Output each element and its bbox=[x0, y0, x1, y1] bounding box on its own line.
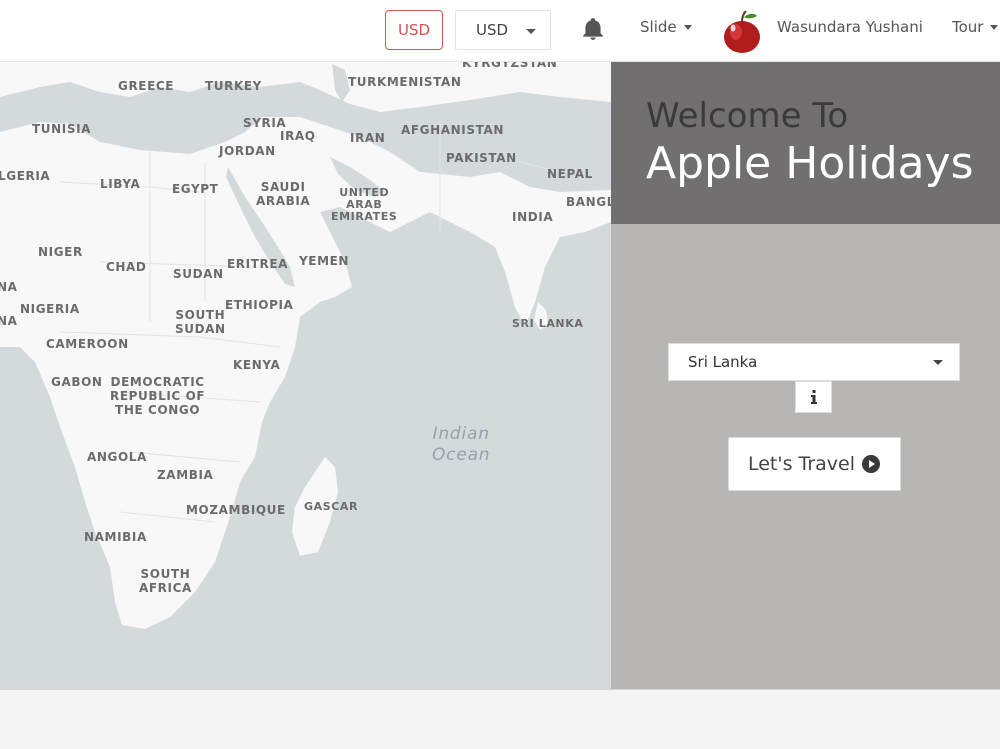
map-label: TUNISIA bbox=[32, 122, 92, 136]
footer-area bbox=[0, 689, 1000, 749]
lets-travel-label: Let's Travel bbox=[747, 453, 856, 475]
map-label: NA bbox=[0, 314, 18, 328]
currency-select[interactable]: USD bbox=[455, 10, 551, 50]
tour-menu[interactable]: Tour bbox=[952, 18, 999, 36]
map-label: NIGER bbox=[38, 245, 83, 259]
bell-icon[interactable] bbox=[580, 16, 606, 42]
map-label: TURKMENISTAN bbox=[348, 75, 462, 89]
map-label: CHAD bbox=[106, 260, 147, 274]
slide-menu-label: Slide bbox=[640, 18, 677, 36]
apple-avatar-icon[interactable] bbox=[720, 8, 764, 54]
chevron-down-icon bbox=[933, 360, 943, 365]
map-label: ETHIOPIA bbox=[225, 298, 294, 312]
map-label: LIBYA bbox=[100, 177, 141, 191]
destination-select[interactable]: Sri Lanka bbox=[668, 343, 960, 381]
map-label: SOUTH SUDAN bbox=[175, 308, 226, 336]
currency-button[interactable]: USD bbox=[385, 10, 443, 50]
map-label: NAMIBIA bbox=[84, 530, 147, 544]
welcome-subtitle: Welcome To bbox=[646, 96, 849, 136]
map-label: ANGOLA bbox=[87, 450, 147, 464]
map-label: ZAMBIA bbox=[157, 468, 214, 482]
map-label: NIGERIA bbox=[20, 302, 80, 316]
map-label: INDIA bbox=[512, 210, 554, 224]
map-label: MOZAMBIQUE bbox=[186, 503, 286, 517]
info-icon bbox=[810, 390, 817, 404]
map-label: PAKISTAN bbox=[446, 151, 517, 165]
map-label: SOUTH AFRICA bbox=[139, 567, 192, 595]
map-label: BANGL bbox=[566, 195, 611, 209]
map-label: GASCAR bbox=[304, 500, 359, 513]
map-label: ERITREA bbox=[227, 257, 289, 271]
map-label: SYRIA bbox=[243, 116, 287, 130]
user-name-label: Wasundara Yushani bbox=[777, 18, 923, 36]
tour-menu-label: Tour bbox=[952, 18, 984, 36]
map-label: LGERIA bbox=[0, 169, 51, 183]
map-label: NA bbox=[0, 280, 18, 294]
world-map[interactable]: GREECE TURKEY TURKMENISTAN KYRGYZSTAN TU… bbox=[0, 62, 611, 689]
map-label: GREECE bbox=[118, 79, 175, 93]
map-label: IRAQ bbox=[280, 129, 316, 143]
map-label: GABON bbox=[51, 375, 103, 389]
map-label: NEPAL bbox=[547, 167, 593, 181]
chevron-down-icon bbox=[526, 29, 536, 34]
map-label: EGYPT bbox=[172, 182, 219, 196]
user-name[interactable]: Wasundara Yushani bbox=[777, 18, 923, 36]
map-label: IRAN bbox=[350, 131, 386, 145]
map-label: DEMOCRATIC REPUBLIC OF THE CONGO bbox=[110, 375, 206, 417]
map-label: UNITED ARAB EMIRATES bbox=[331, 186, 398, 223]
map-label: AFGHANISTAN bbox=[401, 123, 504, 137]
lets-travel-button[interactable]: Let's Travel bbox=[728, 437, 901, 491]
map-label: CAMEROON bbox=[46, 337, 129, 351]
play-circle-icon bbox=[862, 455, 881, 473]
map-label: YEMEN bbox=[299, 254, 350, 268]
currency-select-value: USD bbox=[476, 21, 509, 39]
map-label: KYRGYZSTAN bbox=[462, 62, 558, 70]
welcome-title: Apple Holidays bbox=[646, 138, 974, 189]
info-button[interactable] bbox=[795, 381, 832, 413]
map-label: SAUDI ARABIA bbox=[256, 180, 311, 208]
top-navbar: USD USD Slide Wasundara Yushani Tour bbox=[0, 0, 1000, 62]
map-label: SUDAN bbox=[173, 267, 224, 281]
slide-menu[interactable]: Slide bbox=[640, 18, 692, 36]
map-label: JORDAN bbox=[219, 144, 276, 158]
chevron-down-icon bbox=[990, 24, 999, 30]
chevron-down-icon bbox=[683, 24, 692, 30]
map-label: SRI LANKA bbox=[512, 317, 584, 330]
destination-select-value: Sri Lanka bbox=[688, 353, 758, 371]
search-panel: Sri Lanka Let's Travel bbox=[611, 224, 1000, 689]
map-label: KENYA bbox=[233, 358, 281, 372]
welcome-banner: Welcome To Apple Holidays bbox=[611, 62, 1000, 224]
map-label: TURKEY bbox=[205, 79, 262, 93]
ocean-label: Indian Ocean bbox=[432, 424, 491, 465]
